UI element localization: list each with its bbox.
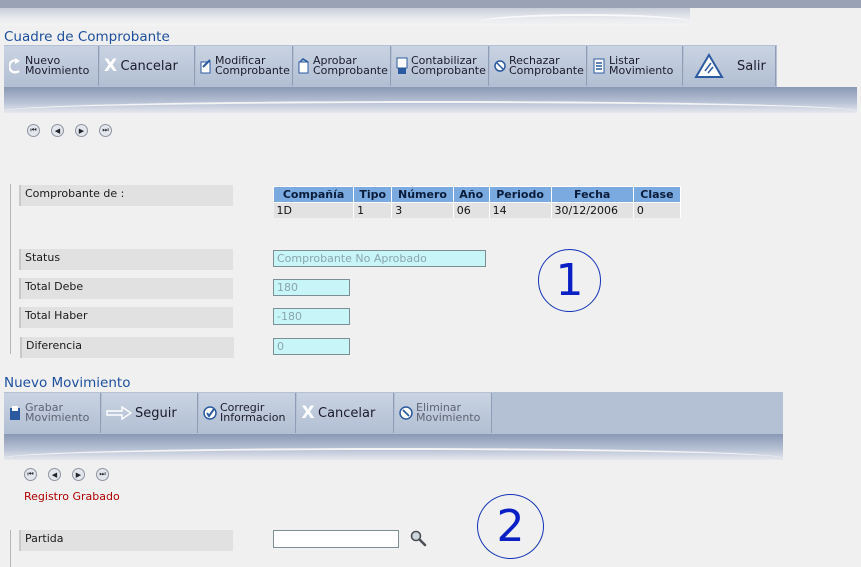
header-clase: Clase bbox=[632, 186, 682, 203]
x-icon: X bbox=[301, 403, 315, 423]
toolbar-cuadre: Nuevo Movimiento X Cancelar Modificar Co… bbox=[4, 45, 777, 87]
nuevo-movimiento-button[interactable]: Nuevo Movimiento bbox=[4, 46, 99, 86]
toolbar-nuevo-movimiento: Grabar Movimiento Seguir Corregir Inform… bbox=[4, 392, 783, 434]
top-strip bbox=[0, 0, 861, 8]
cancelar-movimiento-button[interactable]: X Cancelar bbox=[297, 393, 394, 433]
rechazar-comprobante-button[interactable]: Rechazar Comprobante bbox=[489, 46, 587, 86]
reject-icon bbox=[494, 56, 506, 76]
partida-input[interactable] bbox=[273, 530, 399, 548]
total-debe-label: Total Debe bbox=[19, 278, 233, 299]
marker-2: 2 bbox=[477, 494, 544, 559]
cell-tipo: 1 bbox=[353, 202, 393, 218]
modificar-comprobante-button[interactable]: Modificar Comprobante bbox=[195, 46, 293, 86]
header-tipo: Tipo bbox=[353, 186, 393, 203]
record-navigator-2: ⏮ ◀ ▶ ⏭ bbox=[24, 468, 109, 481]
cell-clase: 0 bbox=[633, 202, 682, 218]
save-icon bbox=[8, 403, 22, 423]
status-message: Registro Grabado bbox=[24, 490, 120, 503]
cell-fecha: 30/12/2006 bbox=[551, 202, 634, 218]
cell-periodo: 14 bbox=[489, 202, 552, 218]
total-haber-field[interactable]: -180 bbox=[273, 308, 350, 325]
first-record-icon[interactable]: ⏮ bbox=[24, 468, 37, 481]
comprobante-label: Comprobante de : bbox=[19, 185, 233, 206]
partida-label: Partida bbox=[19, 530, 233, 551]
exit-icon bbox=[693, 53, 724, 79]
diferencia-label: Diferencia bbox=[20, 337, 234, 358]
salir-button[interactable]: Salir bbox=[684, 46, 777, 86]
next-record-icon[interactable]: ▶ bbox=[72, 468, 85, 481]
refresh-arrow-icon bbox=[8, 56, 22, 76]
seguir-button[interactable]: Seguir bbox=[102, 393, 198, 433]
marker-1: 1 bbox=[538, 249, 601, 312]
eliminar-movimiento-button[interactable]: Eliminar Movimiento bbox=[395, 393, 492, 433]
search-icon[interactable] bbox=[409, 529, 427, 551]
aprobar-comprobante-button[interactable]: Aprobar Comprobante bbox=[293, 46, 391, 86]
form-divider-1 bbox=[10, 184, 11, 354]
grabar-movimiento-button[interactable]: Grabar Movimiento bbox=[4, 393, 101, 433]
last-record-icon[interactable]: ⏭ bbox=[96, 468, 109, 481]
prev-record-icon[interactable]: ◀ bbox=[48, 468, 61, 481]
delete-icon bbox=[399, 403, 413, 423]
total-debe-field[interactable]: 180 bbox=[273, 279, 350, 296]
correct-icon bbox=[203, 403, 217, 423]
header-anio: Año bbox=[452, 186, 490, 203]
first-record-icon[interactable]: ⏮ bbox=[27, 124, 40, 137]
toolbar-swoosh-2 bbox=[4, 434, 783, 460]
list-icon bbox=[592, 56, 606, 76]
cell-numero: 3 bbox=[391, 202, 454, 218]
cancelar-button[interactable]: X Cancelar bbox=[99, 46, 195, 86]
table-header-row: Compañía Tipo Número Año Periodo Fecha C… bbox=[272, 186, 682, 203]
approve-document-icon bbox=[298, 56, 310, 76]
x-icon: X bbox=[103, 56, 118, 76]
next-record-icon[interactable]: ▶ bbox=[75, 124, 88, 137]
header-periodo: Periodo bbox=[488, 186, 552, 203]
post-document-icon bbox=[396, 56, 408, 76]
total-haber-label: Total Haber bbox=[19, 307, 233, 328]
cell-compania: 1D bbox=[273, 202, 355, 218]
section-title-cuadre: Cuadre de Comprobante bbox=[4, 29, 170, 45]
header-compania: Compañía bbox=[272, 186, 355, 203]
header-numero: Número bbox=[391, 186, 454, 203]
form-divider-2 bbox=[10, 530, 11, 567]
diferencia-field[interactable]: 0 bbox=[273, 338, 350, 355]
prev-record-icon[interactable]: ◀ bbox=[51, 124, 64, 137]
record-navigator-1: ⏮ ◀ ▶ ⏭ bbox=[27, 124, 112, 137]
toolbar-swoosh-1 bbox=[4, 87, 857, 113]
cell-anio: 06 bbox=[453, 202, 490, 218]
status-field[interactable]: Comprobante No Aprobado bbox=[273, 250, 486, 267]
edit-document-icon bbox=[200, 56, 212, 76]
top-banner bbox=[0, 8, 690, 26]
comprobante-table: Compañía Tipo Número Año Periodo Fecha C… bbox=[272, 186, 682, 218]
header-fecha: Fecha bbox=[550, 186, 634, 203]
section-title-nuevo-movimiento: Nuevo Movimiento bbox=[4, 375, 131, 391]
table-row[interactable]: 1D 1 3 06 14 30/12/2006 0 bbox=[273, 202, 682, 218]
listar-movimiento-button[interactable]: Listar Movimiento bbox=[587, 46, 684, 86]
last-record-icon[interactable]: ⏭ bbox=[99, 124, 112, 137]
corregir-informacion-button[interactable]: Corregir Informacion bbox=[199, 393, 296, 433]
status-label: Status bbox=[19, 249, 233, 270]
contabilizar-comprobante-button[interactable]: Contabilizar Comprobante bbox=[391, 46, 489, 86]
arrow-right-icon bbox=[106, 403, 132, 423]
